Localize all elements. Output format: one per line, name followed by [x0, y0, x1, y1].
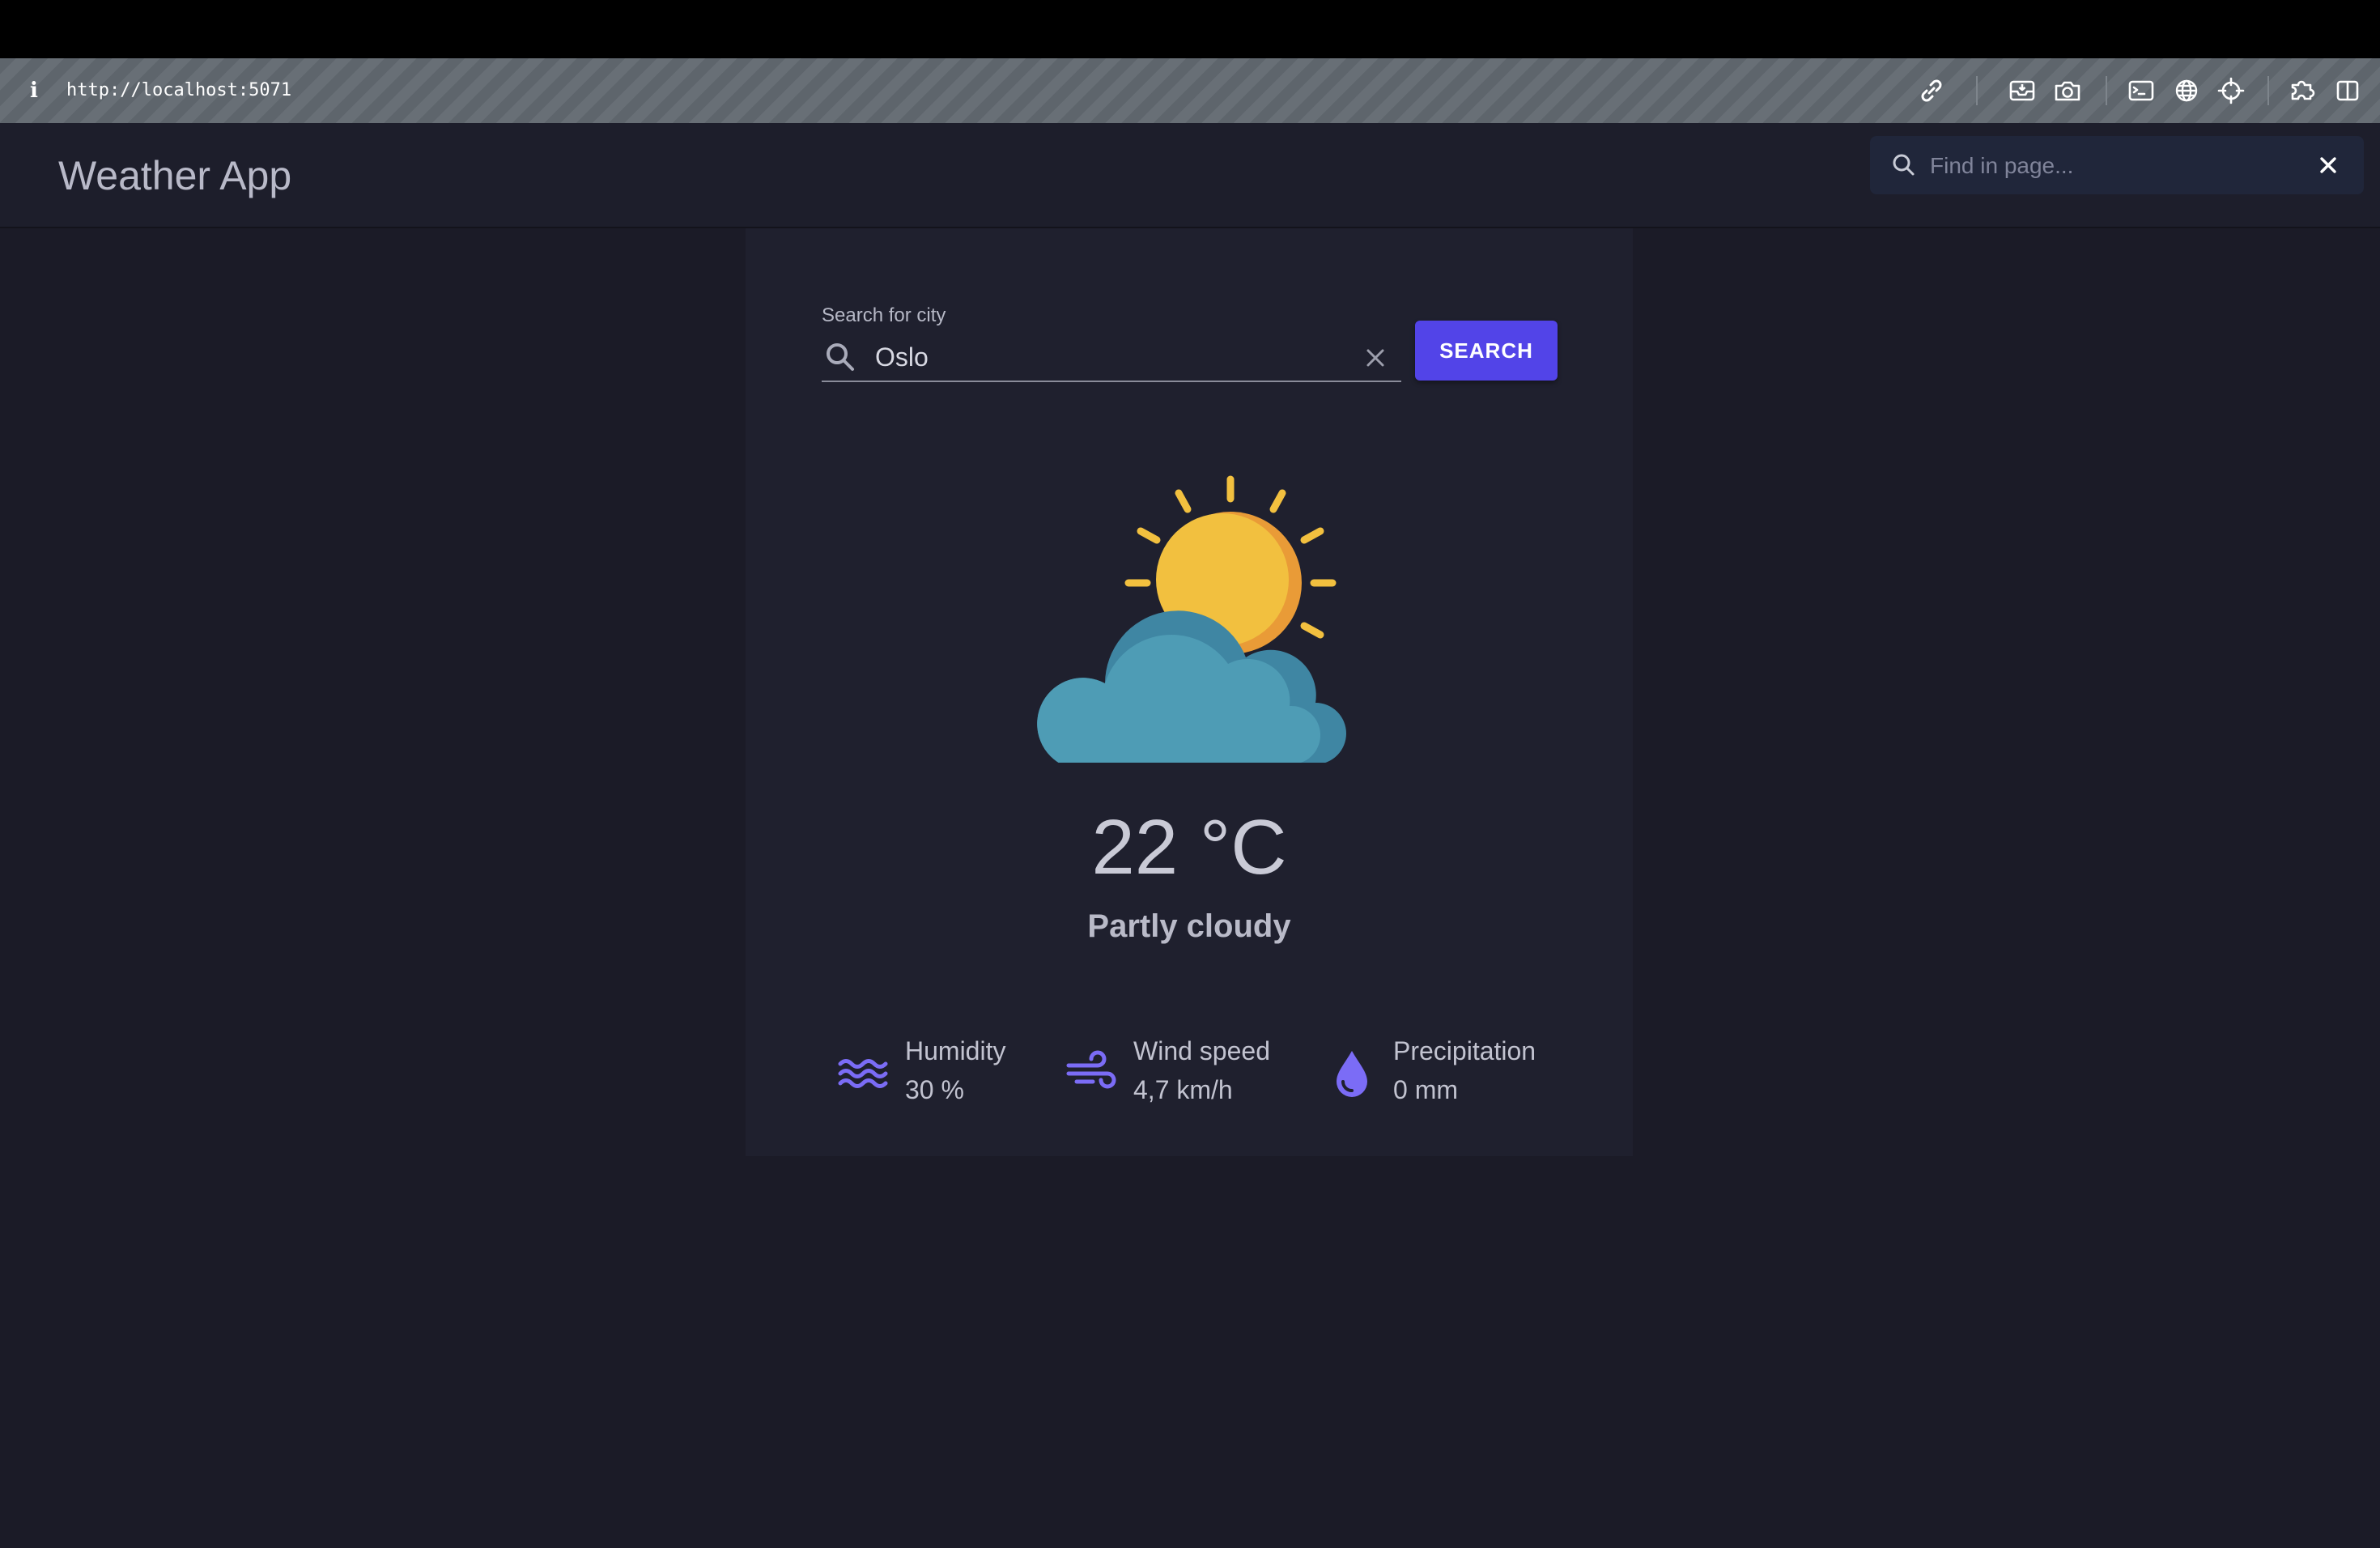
find-in-page-input[interactable]: [1928, 147, 2304, 185]
wind-speed-value: 4,7 km/h: [1133, 1075, 1233, 1104]
app-header: Weather App: [0, 123, 2380, 228]
globe-icon[interactable]: [2170, 74, 2203, 107]
toolbar-divider: [1976, 76, 1978, 105]
clear-icon[interactable]: [1361, 343, 1390, 372]
terminal-icon[interactable]: [2125, 74, 2157, 107]
weather-condition: Partly cloudy: [1087, 908, 1291, 944]
find-in-page-bar: [1870, 136, 2364, 194]
toolbar-divider: [2106, 76, 2107, 105]
search-icon: [827, 343, 854, 371]
split-view-icon[interactable]: [2331, 74, 2364, 107]
waves-icon: [838, 1059, 888, 1088]
info-icon[interactable]: i: [26, 78, 42, 104]
wind-speed-label: Wind speed: [1133, 1036, 1270, 1065]
extension-icon[interactable]: [2286, 74, 2318, 107]
screen-top-bar: [0, 0, 2380, 58]
search-field-label: Search for city: [822, 304, 946, 326]
address-bar-url[interactable]: http://localhost:5071: [66, 78, 291, 104]
precipitation-value: 0 mm: [1393, 1075, 1458, 1104]
link-icon[interactable]: [1915, 74, 1948, 107]
temperature: 22 °C: [1091, 804, 1287, 891]
partly-cloudy-icon: [1037, 475, 1346, 763]
browser-toolbar: i http://localhost:5071: [0, 58, 2380, 123]
search-icon: [1893, 154, 1915, 176]
humidity-value: 30 %: [905, 1075, 964, 1104]
app-title: Weather App: [58, 153, 292, 198]
weather-card: Search for city SEARCH 22 °C Partly clou…: [746, 228, 1633, 1156]
humidity-label: Humidity: [905, 1036, 1006, 1065]
city-search-input[interactable]: [873, 337, 1330, 377]
camera-icon[interactable]: [2051, 74, 2084, 107]
search-button[interactable]: SEARCH: [1415, 321, 1558, 381]
drop-icon: [1337, 1051, 1367, 1097]
precipitation-label: Precipitation: [1393, 1036, 1536, 1065]
city-search-field[interactable]: [822, 332, 1401, 382]
close-icon[interactable]: [2314, 151, 2343, 180]
wind-icon: [1066, 1050, 1116, 1089]
inbox-icon[interactable]: [2006, 74, 2038, 107]
crosshair-icon[interactable]: [2215, 74, 2247, 107]
toolbar-divider: [2267, 76, 2269, 105]
